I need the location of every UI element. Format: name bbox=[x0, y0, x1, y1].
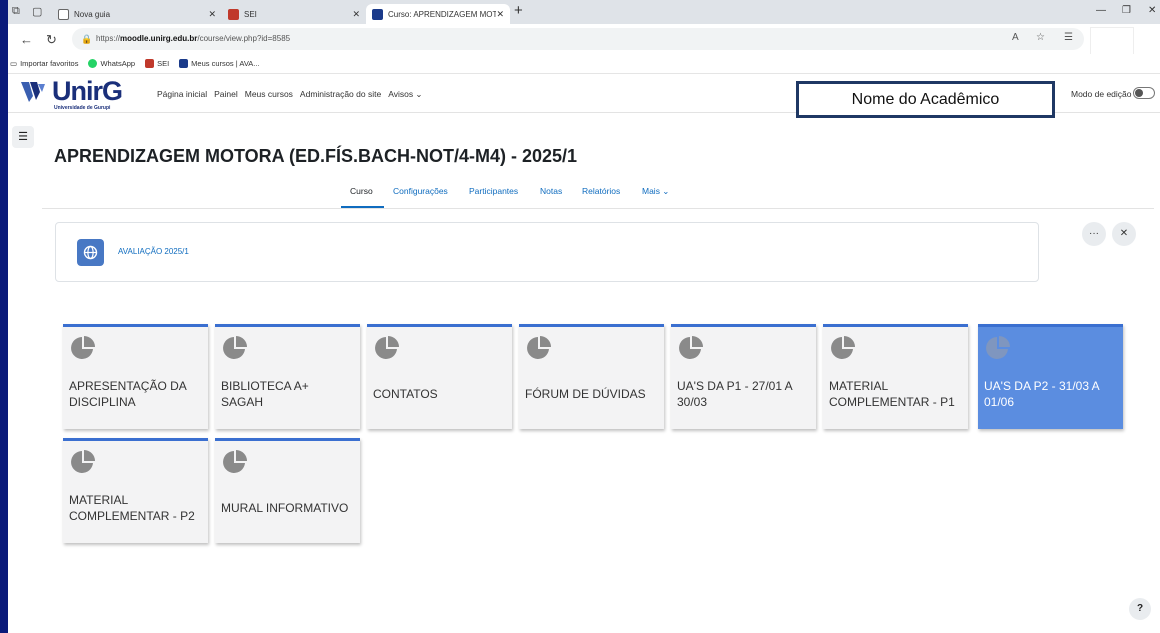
reload-icon[interactable]: ↻ bbox=[46, 32, 57, 48]
close-window-icon[interactable]: ✕ bbox=[1148, 5, 1156, 16]
tab-mais[interactable]: Mais ⌄ bbox=[642, 186, 669, 197]
back-icon[interactable]: ← bbox=[20, 32, 33, 47]
favorite-whatsapp[interactable]: WhatsApp bbox=[88, 59, 135, 68]
minimize-icon[interactable]: — bbox=[1096, 5, 1106, 16]
close-tab-icon[interactable]: ✕ bbox=[208, 9, 216, 20]
moodle-favicon-icon bbox=[179, 59, 189, 68]
tile-contatos[interactable]: CONTATOS bbox=[367, 324, 512, 429]
restore-icon[interactable]: ❐ bbox=[1122, 5, 1131, 16]
tile-label: MURAL INFORMATIVO bbox=[221, 501, 349, 516]
more-options-icon[interactable]: ··· bbox=[1082, 222, 1106, 246]
tile-uas-p1[interactable]: UA'S DA P1 - 27/01 A 30/03 bbox=[671, 324, 816, 429]
nav-pagina-inicial[interactable]: Página inicial bbox=[157, 89, 207, 100]
tile-label: MATERIAL COMPLEMENTAR - P2 bbox=[69, 493, 195, 523]
import-favorites-icon: ▭ bbox=[10, 59, 18, 68]
page-title: APRENDIZAGEM MOTORA (ED.FÍS.BACH-NOT/4-M… bbox=[54, 146, 578, 166]
announcement-link[interactable]: AVALIAÇÃO 2025/1 bbox=[118, 247, 189, 256]
tab-configuracoes[interactable]: Configurações bbox=[393, 186, 448, 196]
sei-favicon-icon bbox=[228, 8, 239, 20]
tile-apresentacao[interactable]: APRESENTAÇÃO DA DISCIPLINA bbox=[63, 324, 208, 429]
workspaces-icon[interactable]: ⧉ bbox=[12, 5, 20, 18]
tile-material-p1[interactable]: MATERIAL COMPLEMENTAR - P1 bbox=[823, 324, 968, 429]
edit-mode-label: Modo de edição bbox=[1071, 89, 1132, 99]
tab-nova-guia[interactable]: Nova guia ✕ bbox=[52, 4, 222, 24]
address-bar-row: ← ↻ 🔒 https://moodle.unirg.edu.br/course… bbox=[8, 24, 1160, 54]
site-navbar: UnirG Universidade de Gurupi Página inic… bbox=[8, 75, 1160, 118]
tab-relatorios[interactable]: Relatórios bbox=[582, 186, 620, 196]
pie-chart-icon bbox=[71, 336, 95, 359]
tile-uas-p2[interactable]: UA'S DA P2 - 31/03 A 01/06 bbox=[978, 324, 1123, 429]
pie-chart-icon bbox=[375, 336, 399, 359]
pie-chart-icon bbox=[223, 450, 247, 473]
help-icon[interactable]: ? bbox=[1129, 598, 1151, 620]
tile-biblioteca[interactable]: BIBLIOTECA A+ SAGAH bbox=[215, 324, 360, 429]
nav-avisos[interactable]: Avisos ⌄ bbox=[388, 89, 422, 100]
close-tab-icon[interactable]: ✕ bbox=[352, 9, 360, 20]
new-tab-plus-icon[interactable]: + bbox=[514, 2, 523, 19]
edit-mode-toggle[interactable] bbox=[1133, 87, 1155, 99]
favorites-bar: ▭ Importar favoritos WhatsApp SEI Meus cu… bbox=[8, 54, 1160, 74]
tile-label: MATERIAL COMPLEMENTAR - P1 bbox=[829, 379, 955, 409]
student-name-box: Nome do Acadêmico bbox=[796, 81, 1055, 118]
announcement-card: AVALIAÇÃO 2025/1 bbox=[55, 222, 1039, 282]
favorite-sei[interactable]: SEI bbox=[145, 59, 169, 68]
tile-mural[interactable]: MURAL INFORMATIVO bbox=[215, 438, 360, 543]
tab-participantes[interactable]: Participantes bbox=[469, 186, 518, 196]
new-tab-icon bbox=[58, 8, 69, 20]
whatsapp-icon bbox=[88, 59, 98, 68]
sei-favicon-icon bbox=[145, 59, 155, 68]
favorite-meus-cursos[interactable]: Meus cursos | AVA... bbox=[179, 59, 260, 68]
pie-chart-icon bbox=[527, 336, 551, 359]
tile-material-p2[interactable]: MATERIAL COMPLEMENTAR - P2 bbox=[63, 438, 208, 543]
unirg-emblem-icon bbox=[21, 82, 45, 102]
primary-navigation: Página inicial Painel Meus cursos Admini… bbox=[157, 89, 423, 100]
close-tab-icon[interactable]: ✕ bbox=[496, 9, 504, 20]
close-icon[interactable]: ✕ bbox=[1112, 222, 1136, 246]
tab-curso[interactable]: Curso bbox=[350, 186, 373, 196]
unirg-logo[interactable]: UnirG Universidade de Gurupi bbox=[20, 76, 150, 111]
tile-label: UA'S DA P2 - 31/03 A 01/06 bbox=[984, 379, 1100, 409]
favorite-import[interactable]: ▭ Importar favoritos bbox=[10, 59, 78, 68]
tab-curso[interactable]: Curso: APRENDIZAGEM MOTORA ✕ bbox=[366, 4, 510, 24]
tile-label: CONTATOS bbox=[373, 387, 438, 402]
tile-label: UA'S DA P1 - 27/01 A 30/03 bbox=[677, 379, 793, 409]
url-input[interactable]: 🔒 https://moodle.unirg.edu.br/course/vie… bbox=[72, 28, 1084, 50]
divider bbox=[42, 208, 1154, 209]
pie-chart-icon bbox=[831, 336, 855, 359]
lock-icon: 🔒 bbox=[81, 34, 93, 44]
pie-chart-icon bbox=[679, 336, 703, 359]
tile-label: FÓRUM DE DÚVIDAS bbox=[525, 387, 646, 402]
moodle-favicon-icon bbox=[372, 8, 383, 20]
tab-strip: ⧉ ▢ Nova guia ✕ SEI ✕ Curso: APRENDIZAGE… bbox=[8, 0, 1160, 24]
nav-meus-cursos[interactable]: Meus cursos bbox=[245, 89, 293, 100]
globe-icon bbox=[77, 239, 104, 266]
pie-chart-icon bbox=[71, 450, 95, 473]
pie-chart-icon bbox=[223, 336, 247, 359]
course-index-drawer-icon[interactable]: ☰ bbox=[12, 126, 34, 148]
tile-forum[interactable]: FÓRUM DE DÚVIDAS bbox=[519, 324, 664, 429]
favorite-star-icon[interactable]: ☆ bbox=[1036, 32, 1045, 43]
read-aloud-icon[interactable]: A bbox=[1012, 32, 1019, 43]
browser-window: ⧉ ▢ Nova guia ✕ SEI ✕ Curso: APRENDIZAGE… bbox=[8, 0, 1160, 633]
pie-chart-icon bbox=[986, 336, 1010, 359]
favorites-list-icon[interactable]: ☰ bbox=[1064, 32, 1073, 43]
nav-administracao[interactable]: Administração do site bbox=[300, 89, 381, 100]
tile-label: APRESENTAÇÃO DA DISCIPLINA bbox=[69, 379, 187, 409]
tile-label: BIBLIOTECA A+ SAGAH bbox=[221, 379, 309, 409]
tab-notas[interactable]: Notas bbox=[540, 186, 562, 196]
tab-actions-icon[interactable]: ▢ bbox=[32, 5, 42, 18]
nav-painel[interactable]: Painel bbox=[214, 89, 238, 100]
tab-sei[interactable]: SEI ✕ bbox=[222, 4, 366, 24]
